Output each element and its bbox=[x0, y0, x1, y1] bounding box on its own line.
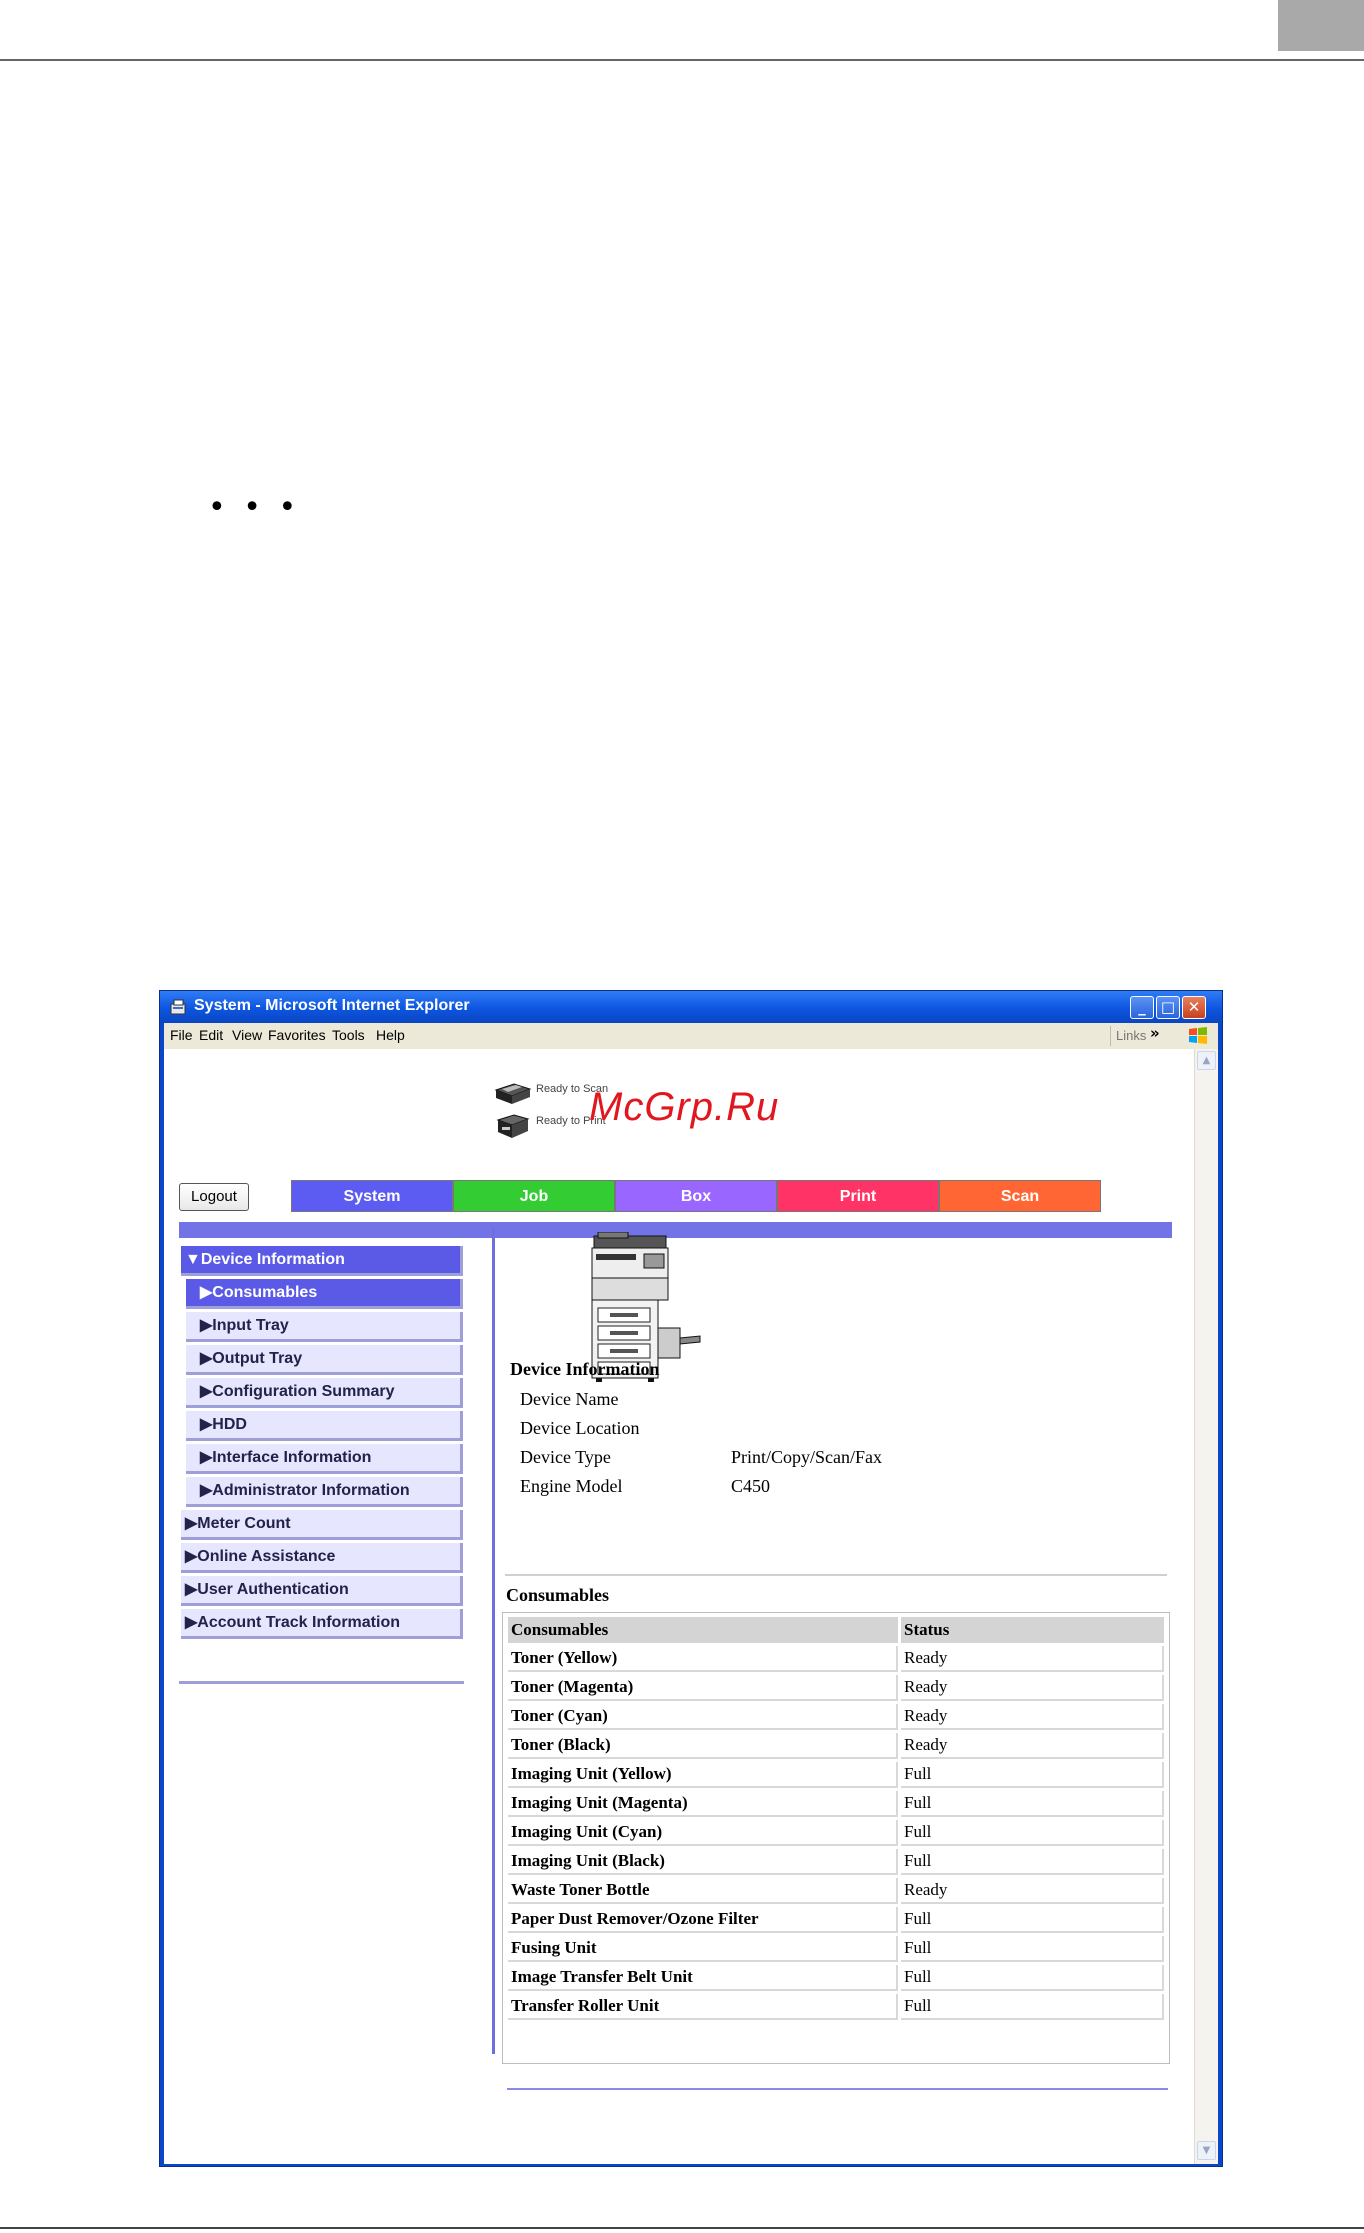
links-label[interactable]: Links bbox=[1116, 1028, 1146, 1043]
ie-app-icon bbox=[170, 998, 188, 1016]
links-chevron-icon[interactable]: » bbox=[1150, 1024, 1160, 1042]
table-row: Toner (Black) Ready bbox=[508, 1733, 1164, 1759]
table-row: Paper Dust Remover/Ozone Filter Full bbox=[508, 1907, 1164, 1933]
consumable-status: Ready bbox=[901, 1704, 1164, 1730]
consumable-status: Ready bbox=[901, 1878, 1164, 1904]
table-row: Toner (Magenta) Ready bbox=[508, 1675, 1164, 1701]
window-title: System - Microsoft Internet Explorer bbox=[194, 997, 470, 1014]
menu-favorites[interactable]: Favorites bbox=[268, 1027, 326, 1043]
table-row: Toner (Cyan) Ready bbox=[508, 1704, 1164, 1730]
consumable-name: Imaging Unit (Magenta) bbox=[508, 1791, 898, 1817]
table-row: Image Transfer Belt Unit Full bbox=[508, 1965, 1164, 1991]
menu-view[interactable]: View bbox=[232, 1027, 262, 1043]
vertical-scrollbar[interactable]: ▲ ▼ bbox=[1194, 1049, 1218, 2164]
consumable-name: Paper Dust Remover/Ozone Filter bbox=[508, 1907, 898, 1933]
menu-tools[interactable]: Tools bbox=[332, 1027, 365, 1043]
table-row: Fusing Unit Full bbox=[508, 1936, 1164, 1962]
table-row: Waste Toner Bottle Ready bbox=[508, 1878, 1164, 1904]
table-row: Imaging Unit (Cyan) Full bbox=[508, 1820, 1164, 1846]
consumables-table-body: Toner (Yellow) Ready Toner (Magenta) Ready T… bbox=[508, 1646, 1164, 2020]
device-info-divider bbox=[505, 1574, 1167, 1576]
table-row: Transfer Roller Unit Full bbox=[508, 1994, 1164, 2020]
menu-edit[interactable]: Edit bbox=[199, 1027, 223, 1043]
table-row: Toner (Yellow) Ready bbox=[508, 1646, 1164, 1672]
menu-bar: File Edit View Favorites Tools Help Link… bbox=[164, 1023, 1218, 1050]
table-row: Imaging Unit (Black) Full bbox=[508, 1849, 1164, 1875]
consumable-name: Toner (Cyan) bbox=[508, 1704, 898, 1730]
consumable-name: Imaging Unit (Yellow) bbox=[508, 1762, 898, 1788]
content-overlay: Consumables Consumables Status Toner (Ye… bbox=[163, 1048, 1193, 2163]
consumables-caption: Consumables bbox=[506, 1585, 610, 1605]
consumables-table: Consumables Status Toner (Yellow) Ready To… bbox=[505, 1614, 1167, 2023]
consumable-status: Full bbox=[901, 1820, 1164, 1846]
menu-help[interactable]: Help bbox=[376, 1027, 405, 1043]
consumable-status: Ready bbox=[901, 1646, 1164, 1672]
consumable-name: Toner (Yellow) bbox=[508, 1646, 898, 1672]
consumable-status: Ready bbox=[901, 1733, 1164, 1759]
menu-separator bbox=[1110, 1026, 1111, 1046]
page-top-rule bbox=[0, 59, 1364, 61]
scroll-down-icon[interactable]: ▼ bbox=[1197, 2141, 1216, 2160]
consumable-name: Toner (Black) bbox=[508, 1733, 898, 1759]
consumable-status: Full bbox=[901, 1907, 1164, 1933]
table-row: Imaging Unit (Magenta) Full bbox=[508, 1791, 1164, 1817]
consumable-status: Full bbox=[901, 1994, 1164, 2020]
page-bottom-rule bbox=[0, 2227, 1364, 2229]
ellipsis-marker: • • • bbox=[208, 490, 301, 525]
table-header-row: Consumables Status bbox=[508, 1617, 1164, 1643]
close-button[interactable]: ✕ bbox=[1182, 996, 1206, 1019]
consumable-status: Full bbox=[901, 1965, 1164, 1991]
page-corner-tab bbox=[1278, 0, 1364, 51]
minimize-button[interactable]: _ bbox=[1130, 996, 1154, 1019]
consumable-status: Full bbox=[901, 1791, 1164, 1817]
consumable-name: Toner (Magenta) bbox=[508, 1675, 898, 1701]
consumable-name: Imaging Unit (Cyan) bbox=[508, 1820, 898, 1846]
maximize-button[interactable]: □ bbox=[1156, 996, 1180, 1019]
consumable-name: Imaging Unit (Black) bbox=[508, 1849, 898, 1875]
consumable-name: Fusing Unit bbox=[508, 1936, 898, 1962]
consumable-name: Transfer Roller Unit bbox=[508, 1994, 898, 2020]
consumable-status: Ready bbox=[901, 1675, 1164, 1701]
consumable-status: Full bbox=[901, 1936, 1164, 1962]
consumable-status: Full bbox=[901, 1762, 1164, 1788]
column-header-consumables: Consumables bbox=[508, 1617, 898, 1643]
content-bottom-divider bbox=[507, 2088, 1168, 2090]
title-bar[interactable]: System - Microsoft Internet Explorer _ □… bbox=[160, 991, 1222, 1023]
consumable-status: Full bbox=[901, 1849, 1164, 1875]
consumable-name: Waste Toner Bottle bbox=[508, 1878, 898, 1904]
windows-logo-icon bbox=[1186, 1025, 1210, 1047]
consumable-name: Image Transfer Belt Unit bbox=[508, 1965, 898, 1991]
table-row: Imaging Unit (Yellow) Full bbox=[508, 1762, 1164, 1788]
menu-file[interactable]: File bbox=[170, 1027, 193, 1043]
column-header-status: Status bbox=[901, 1617, 1164, 1643]
scroll-up-icon[interactable]: ▲ bbox=[1197, 1051, 1216, 1070]
